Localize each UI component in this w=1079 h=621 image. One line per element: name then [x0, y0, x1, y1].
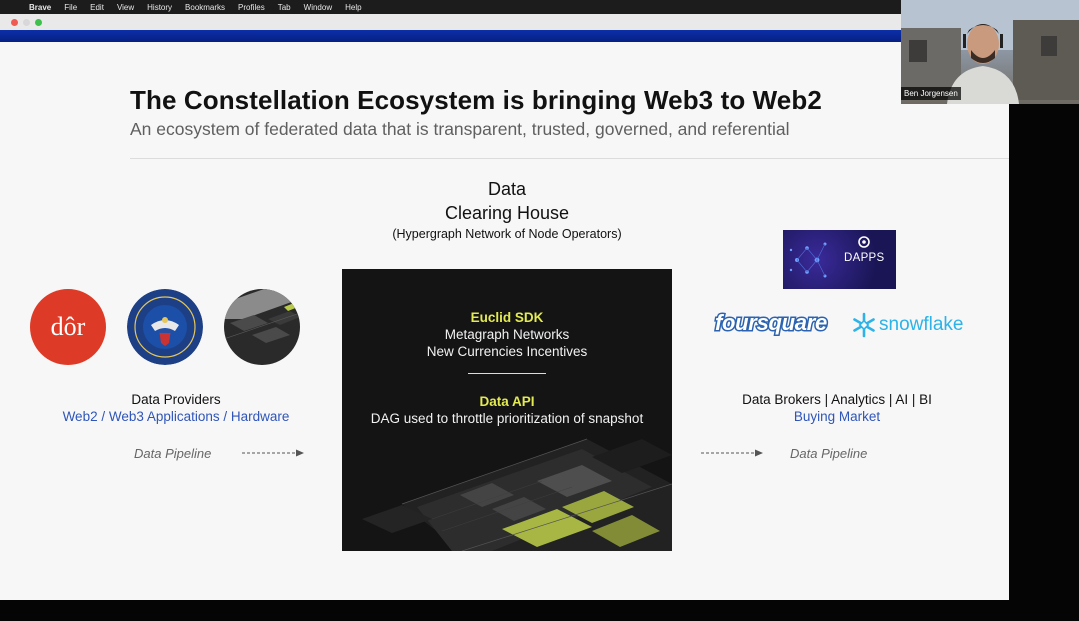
clearing-house-line1: Data: [487, 179, 527, 199]
clearing-house-line2: Clearing House: [444, 203, 570, 223]
slide-header-bar: [0, 30, 901, 42]
department-of-defense-seal-icon: [127, 289, 203, 365]
pipeline-arrow-left-icon: [242, 449, 304, 457]
pipeline-arrow-right-icon: [701, 449, 763, 457]
data-providers-title: Data Providers: [131, 392, 221, 407]
menu-profiles[interactable]: Profiles: [238, 3, 265, 12]
zoom-window-button[interactable]: [35, 19, 42, 26]
data-providers-subtitle: Web2 / Web3 Applications / Hardware: [62, 409, 290, 424]
menu-tab[interactable]: Tab: [278, 3, 291, 12]
dor-logo: dôr: [30, 289, 106, 365]
data-pipeline-right-label: Data Pipeline: [790, 446, 868, 461]
sdk-line-currencies: New Currencies Incentives: [426, 344, 588, 359]
menu-file[interactable]: File: [64, 3, 77, 12]
title-divider: [130, 158, 1009, 159]
menu-bookmarks[interactable]: Bookmarks: [185, 3, 225, 12]
close-window-button[interactable]: [11, 19, 18, 26]
menu-brave[interactable]: Brave: [29, 3, 51, 12]
buying-market-label: Buying Market: [793, 409, 881, 424]
clearing-house-line3: (Hypergraph Network of Node Operators): [392, 227, 622, 241]
snowflake-logo-text: snowflake: [879, 314, 964, 335]
slide-subtitle: An ecosystem of federated data that is t…: [130, 119, 790, 139]
bottom-black-bar: [0, 600, 1079, 621]
panel-divider: [468, 373, 546, 374]
dapps-logo: DAPPS: [783, 230, 896, 289]
slide-title: The Constellation Ecosystem is bringing …: [130, 85, 822, 115]
sdk-line-metagraph: Metagraph Networks: [444, 327, 570, 342]
snowflake-icon: [853, 312, 875, 338]
foursquare-logo: foursquare: [714, 309, 829, 337]
menu-edit[interactable]: Edit: [90, 3, 104, 12]
euclid-sdk-title: Euclid SDK: [470, 310, 544, 325]
menu-view[interactable]: View: [117, 3, 134, 12]
webcam-video-tile[interactable]: Ben Jorgensen: [901, 0, 1079, 104]
data-brokers-title: Data Brokers | Analytics | AI | BI: [742, 392, 932, 407]
menu-window[interactable]: Window: [304, 3, 332, 12]
video-background: [1009, 104, 1079, 600]
browser-titlebar: [0, 14, 901, 30]
data-api-title: Data API: [479, 394, 535, 409]
clearing-house-panel: Euclid SDK Metagraph Networks New Curren…: [342, 269, 672, 551]
data-api-description: DAG used to throttle prioritization of s…: [370, 411, 644, 426]
dapps-label: DAPPS: [844, 252, 885, 264]
hardware-dashboard-icon: [224, 289, 300, 365]
presentation-slide: The Constellation Ecosystem is bringing …: [0, 42, 1009, 600]
participant-name-label: Ben Jorgensen: [901, 87, 961, 100]
data-pipeline-left-label: Data Pipeline: [134, 446, 212, 461]
menu-help[interactable]: Help: [345, 3, 361, 12]
menu-history[interactable]: History: [147, 3, 172, 12]
minimize-window-button[interactable]: [23, 19, 30, 26]
